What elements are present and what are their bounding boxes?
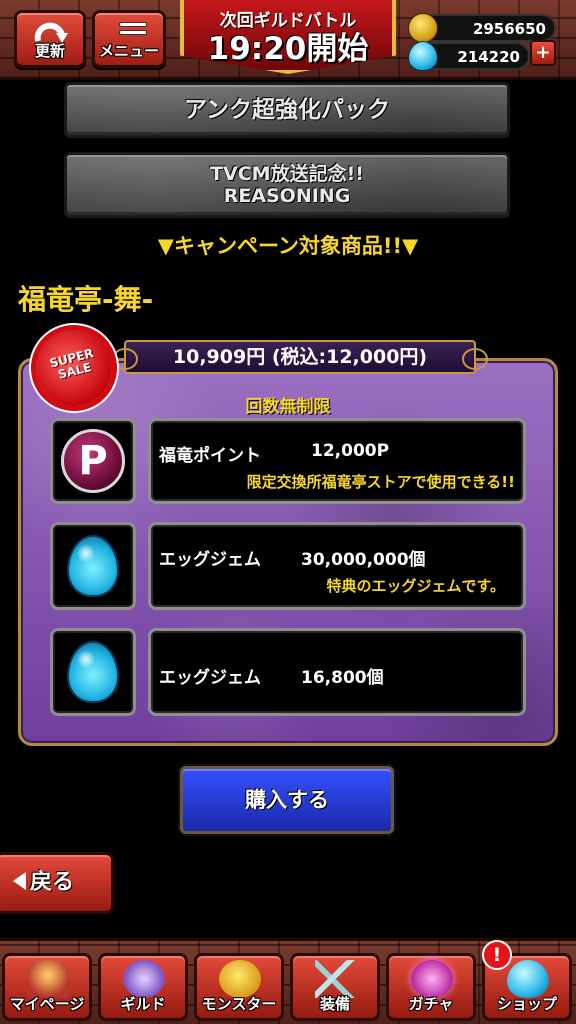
nav-guild-label: ギルド bbox=[120, 995, 166, 1013]
coin-counter: 2956650 bbox=[408, 13, 556, 43]
tvcm-pack-subtitle: REASONING bbox=[223, 185, 351, 207]
item-amount: 12,000P bbox=[311, 441, 390, 461]
nav-shop-label: ショップ bbox=[496, 995, 557, 1013]
nav-guild[interactable]: ギルド bbox=[98, 953, 188, 1021]
guild-battle-subtitle: 次回ギルドバトル bbox=[219, 11, 357, 31]
gem-counter: 214220 bbox=[408, 41, 530, 71]
coin-value: 2956650 bbox=[472, 20, 546, 38]
gem-icon bbox=[408, 41, 438, 71]
nav-equip[interactable]: 装備 bbox=[290, 953, 380, 1021]
guild-battle-time: 19:20開始 bbox=[207, 31, 369, 67]
item-note: 特典のエッグジェムです。 bbox=[326, 577, 505, 595]
ankh-pack-button[interactable]: アンク超強化パック bbox=[64, 82, 510, 138]
list-item: 福竜ポイント 12,000P 限定交換所福竜亭ストアで使用できる!! bbox=[148, 418, 526, 504]
item-icon-frame bbox=[50, 628, 136, 716]
menu-button[interactable]: メニュー bbox=[92, 10, 166, 68]
egg-gem-icon bbox=[67, 641, 119, 703]
nav-mypage[interactable]: マイページ bbox=[2, 953, 92, 1021]
item-note: 限定交換所福竜亭ストアで使用できる!! bbox=[246, 473, 515, 491]
p-point-icon: P bbox=[61, 429, 125, 493]
tvcm-pack-title: TVCM放送記念!! bbox=[210, 163, 364, 185]
item-amount: 30,000,000個 bbox=[301, 550, 426, 570]
coin-icon bbox=[408, 13, 438, 43]
list-item: エッグジェム 30,000,000個 特典のエッグジェムです。 bbox=[148, 522, 526, 610]
nav-equip-label: 装備 bbox=[319, 995, 350, 1013]
top-bar: 更新 メニュー 次回ギルドバトル 19:20開始 2956650 214220 … bbox=[0, 0, 576, 80]
refresh-label: 更新 bbox=[34, 42, 65, 60]
back-label: 戻る bbox=[30, 870, 75, 895]
guild-battle-banner[interactable]: 次回ギルドバトル 19:20開始 bbox=[180, 0, 396, 74]
purchase-limit-label: 回数無制限 bbox=[245, 397, 331, 417]
add-gems-button[interactable]: + bbox=[530, 40, 556, 66]
shop-notification-badge: ! bbox=[482, 940, 512, 970]
nav-monster-label: モンスター bbox=[201, 995, 277, 1013]
item-icon-frame: P bbox=[50, 418, 136, 504]
item-name: エッグジェム bbox=[159, 550, 261, 570]
campaign-heading: ▼キャンペーン対象商品!!▼ bbox=[157, 234, 419, 258]
nav-gacha-label: ガチャ bbox=[408, 995, 454, 1013]
item-amount: 16,800個 bbox=[301, 668, 384, 688]
egg-gem-icon bbox=[67, 535, 119, 597]
item-name: 福竜ポイント bbox=[159, 446, 261, 466]
tvcm-pack-button[interactable]: TVCM放送記念!! REASONING bbox=[64, 152, 510, 218]
list-item: エッグジェム 16,800個 bbox=[148, 628, 526, 716]
nav-gacha[interactable]: ガチャ bbox=[386, 953, 476, 1021]
menu-label: メニュー bbox=[98, 42, 159, 60]
nav-monster[interactable]: モンスター bbox=[194, 953, 284, 1021]
nav-mypage-label: マイページ bbox=[9, 995, 85, 1013]
buy-button[interactable]: 購入する bbox=[180, 766, 394, 834]
back-button[interactable]: 戻る bbox=[0, 852, 114, 914]
menu-icon bbox=[119, 22, 147, 42]
back-arrow-icon bbox=[13, 872, 26, 890]
price-label: 10,909円 (税込:12,000円) bbox=[112, 340, 488, 374]
item-name: エッグジェム bbox=[159, 668, 261, 688]
product-title: 福竜亭-舞- bbox=[18, 283, 154, 316]
gem-value: 214220 bbox=[457, 48, 520, 66]
item-icon-frame bbox=[50, 522, 136, 610]
refresh-button[interactable]: 更新 bbox=[14, 10, 86, 68]
